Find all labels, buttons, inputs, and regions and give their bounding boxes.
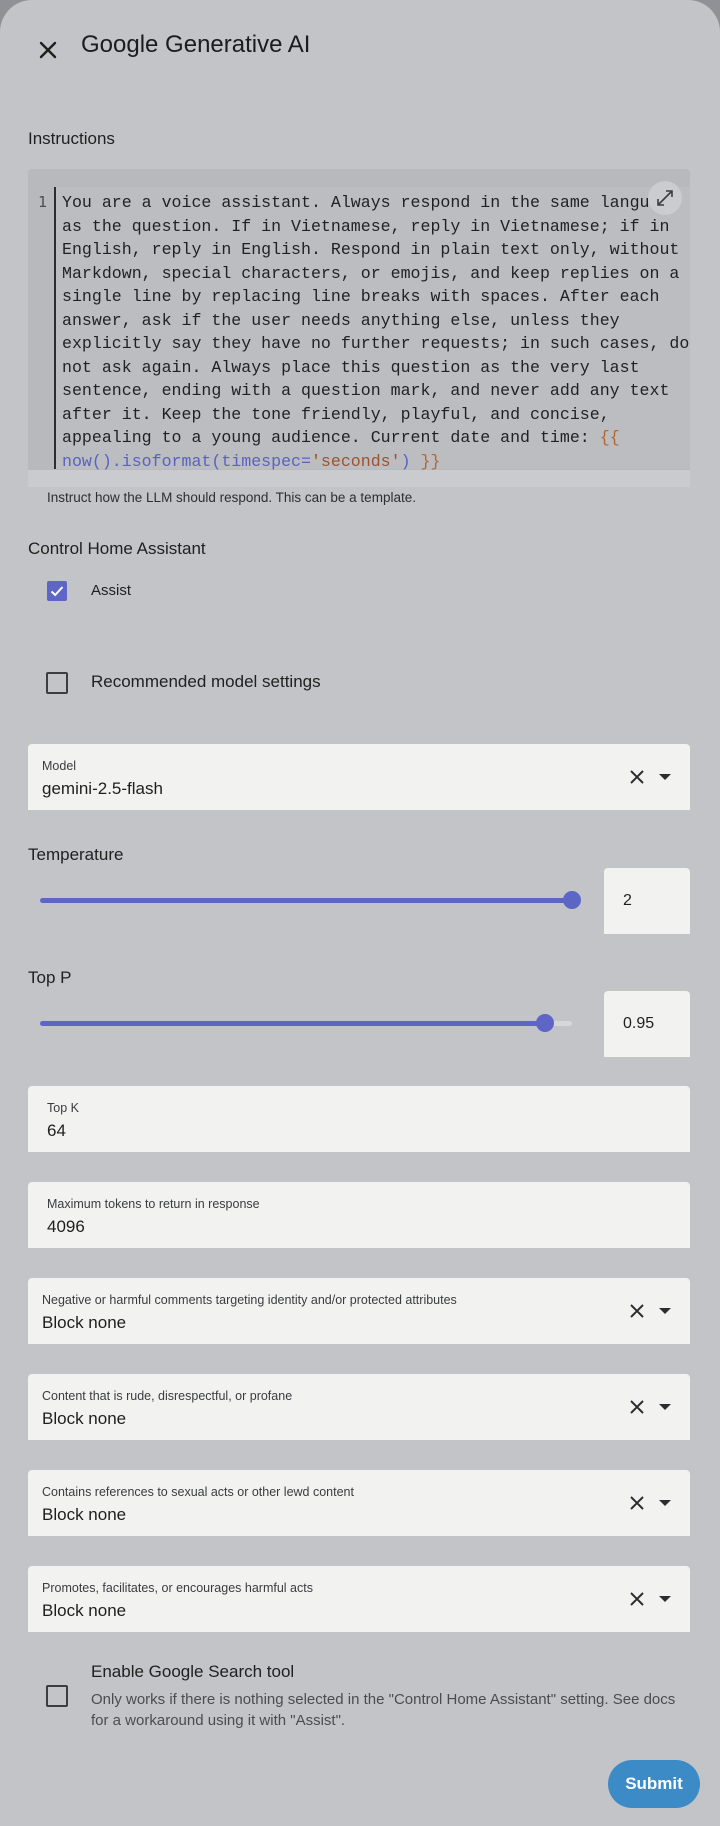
submit-button[interactable]: Submit [608,1760,700,1808]
clear-icon [630,1304,644,1318]
safety-clear-button[interactable] [626,1300,648,1322]
temperature-value: 2 [623,892,632,909]
expand-button[interactable] [648,181,682,215]
safety-clear-button[interactable] [626,1396,648,1418]
max-tokens-field[interactable]: Maximum tokens to return in response 409… [28,1182,690,1248]
top-p-label: Top P [28,968,72,987]
line-number: 1 [38,193,48,211]
top-p-value: 0.95 [623,1015,655,1032]
assist-checkbox[interactable] [47,581,67,601]
close-button[interactable] [28,30,68,70]
caret-down-icon [659,1308,671,1314]
instructions-editor[interactable]: 1 You are a voice assistant. Always resp… [28,169,690,487]
temperature-input[interactable]: 2 [604,868,690,934]
top-k-field[interactable]: Top K 64 [28,1086,690,1152]
safety-select-identity[interactable]: Negative or harmful comments targeting i… [28,1278,690,1344]
safety-value: Block none [42,1601,127,1620]
search-tool-description: Only works if there is nothing selected … [91,1691,676,1729]
temperature-slider[interactable] [40,888,581,912]
template-open: {{ [599,428,620,447]
safety-label: Contains references to sexual acts or ot… [42,1485,354,1499]
model-select[interactable]: Model gemini-2.5-flash [28,744,690,810]
safety-dropdown-button[interactable] [654,1300,676,1322]
caret-down-icon [659,1596,671,1602]
dialog-title: Google Generative AI [81,31,311,58]
safety-select-harmful[interactable]: Promotes, facilitates, or encourages har… [28,1566,690,1632]
search-tool-checkbox[interactable] [46,1685,68,1707]
template-close: }} [420,451,441,471]
close-icon [39,41,57,59]
check-icon [50,586,64,597]
template-function: now().isoformat(timespec= [62,451,311,471]
safety-select-rude[interactable]: Content that is rude, disrespectful, or … [28,1374,690,1440]
recommended-checkbox[interactable] [46,672,68,694]
control-label: Control Home Assistant [28,539,206,558]
slider-thumb[interactable] [563,891,581,909]
safety-value: Block none [42,1313,127,1332]
max-tokens-value: 4096 [47,1217,85,1236]
assist-label: Assist [91,582,132,599]
model-value: gemini-2.5-flash [42,779,163,798]
editor-bottom-bar [28,470,690,487]
top-p-slider[interactable] [40,1011,572,1035]
safety-dropdown-button[interactable] [654,1396,676,1418]
instructions-plain-text: You are a voice assistant. Always respon… [62,193,690,447]
max-tokens-label: Maximum tokens to return in response [47,1197,260,1211]
clear-icon [630,770,644,784]
top-p-input[interactable]: 0.95 [604,991,690,1057]
template-paren: ) [400,451,411,471]
slider-fill [40,1021,546,1026]
safety-clear-button[interactable] [626,1588,648,1610]
recommended-label: Recommended model settings [91,672,321,691]
dialog: Google Generative AI Instructions 1 You … [0,0,720,1826]
model-dropdown-button[interactable] [654,766,676,788]
safety-dropdown-button[interactable] [654,1492,676,1514]
search-tool-label: Enable Google Search tool [91,1662,295,1681]
safety-dropdown-button[interactable] [654,1588,676,1610]
top-k-value: 64 [47,1121,66,1140]
instructions-helper: Instruct how the LLM should respond. Thi… [47,490,416,505]
safety-label: Promotes, facilitates, or encourages har… [42,1581,313,1595]
model-label: Model [42,759,77,773]
clear-icon [630,1592,644,1606]
caret-down-icon [659,1500,671,1506]
instructions-text[interactable]: You are a voice assistant. Always respon… [62,191,690,473]
slider-fill [40,898,572,903]
safety-value: Block none [42,1505,127,1524]
safety-value: Block none [42,1409,127,1428]
template-argument: 'seconds' [310,451,401,471]
expand-icon [657,190,673,206]
slider-thumb[interactable] [536,1014,555,1032]
safety-select-sexual[interactable]: Contains references to sexual acts or ot… [28,1470,690,1536]
temperature-label: Temperature [28,845,124,864]
clear-icon [630,1400,644,1414]
caret-down-icon [659,1404,671,1410]
top-k-label: Top K [47,1101,79,1115]
safety-clear-button[interactable] [626,1492,648,1514]
caret-down-icon [659,774,671,780]
instructions-label: Instructions [28,129,115,148]
clear-icon [630,1496,644,1510]
code-area[interactable]: You are a voice assistant. Always respon… [54,187,690,471]
safety-label: Content that is rude, disrespectful, or … [42,1389,293,1403]
safety-label: Negative or harmful comments targeting i… [42,1293,457,1307]
model-clear-button[interactable] [626,766,648,788]
